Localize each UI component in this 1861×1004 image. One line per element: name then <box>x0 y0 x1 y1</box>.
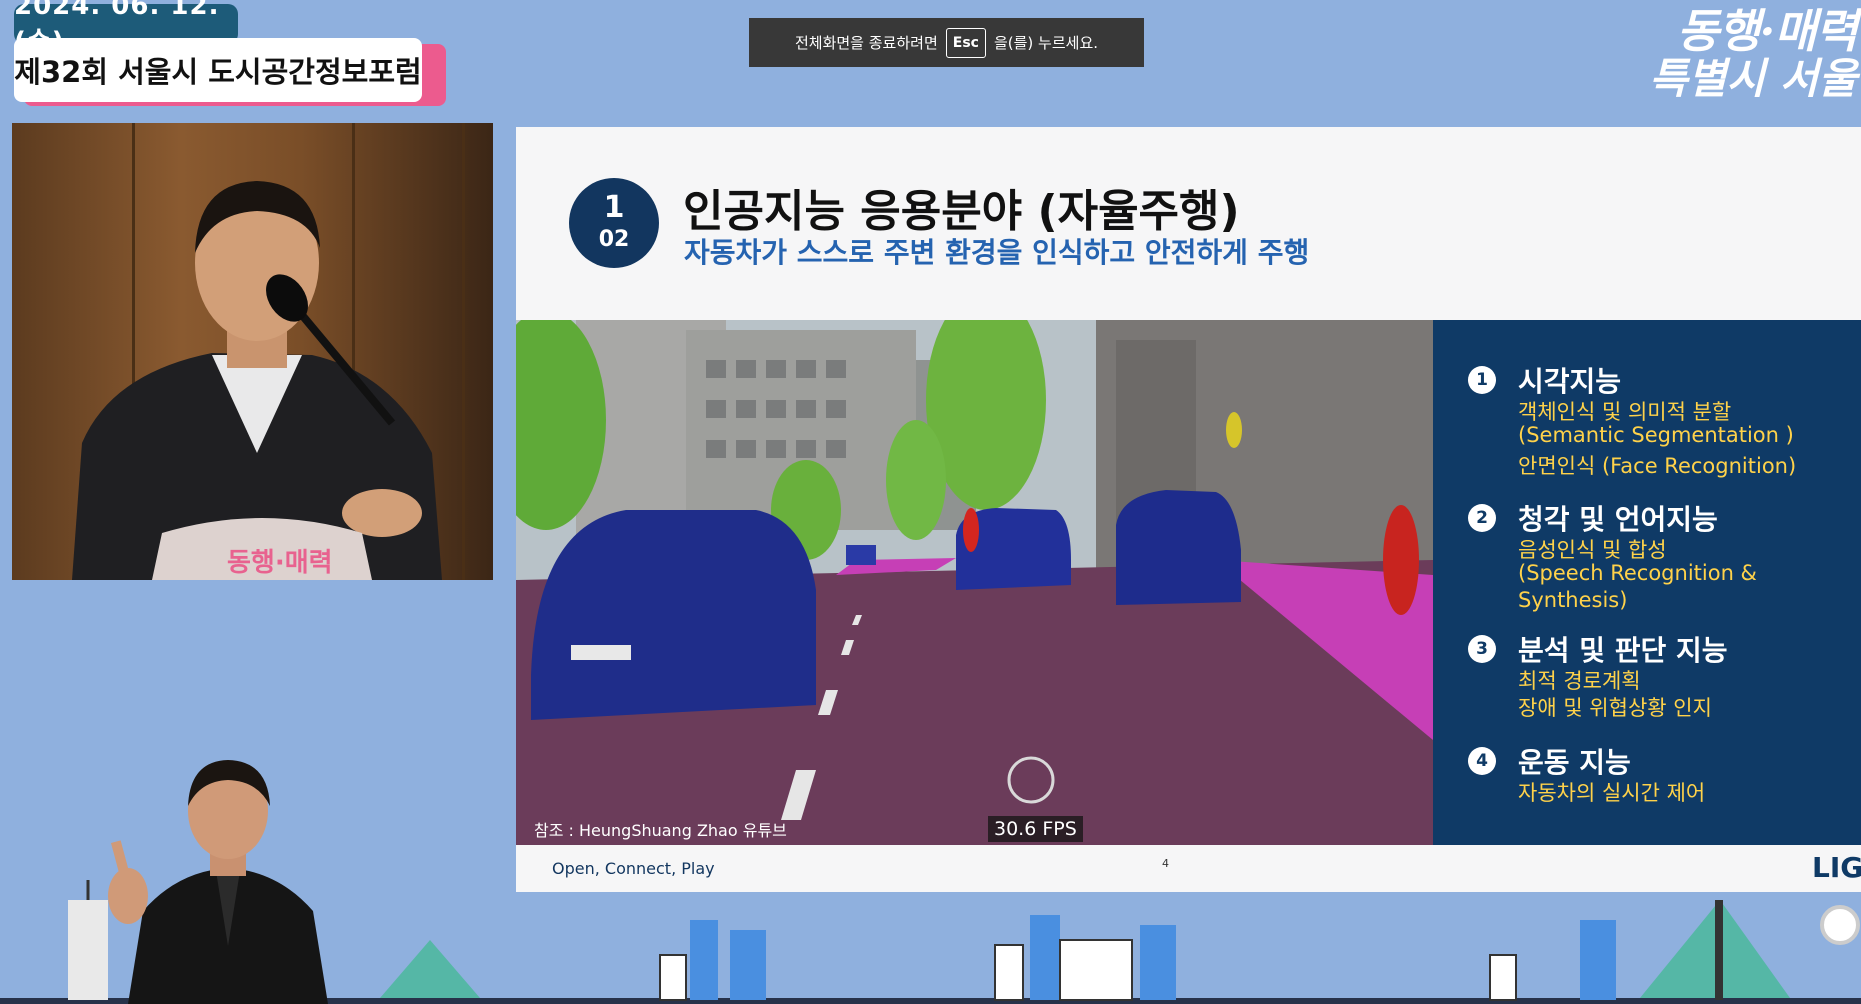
item-detail: 최적 경로계획 <box>1518 669 1641 693</box>
item-number: 4 <box>1468 747 1496 775</box>
notice-text-after: 을(를) 누르세요. <box>993 34 1099 52</box>
speaker-video-feed: 동행·매력 <box>12 123 493 580</box>
item-heading: 시각지능 <box>1518 365 1622 398</box>
slide-title: 인공지능 응용분야 (자율주행) <box>683 186 1240 237</box>
interpreter-figure <box>108 760 328 1004</box>
slide-page-number: 4 <box>1162 857 1169 870</box>
video-source-caption: 참조 : HeungShuang Zhao 유튜브 <box>534 821 787 840</box>
svg-text:동행·매력: 동행·매력 <box>227 548 333 578</box>
brand-line-2: 특별시 서울 <box>1649 54 1857 103</box>
section-sub-number: 02 <box>598 227 630 252</box>
item-number: 2 <box>1468 504 1496 532</box>
presentation-slide: 1 02 인공지능 응용분야 (자율주행) 자동차가 스스로 주변 환경을 인식… <box>516 127 1861 892</box>
speaker-figure: 동행·매력 <box>72 181 442 580</box>
segmentation-scene-image <box>516 320 1433 845</box>
item-heading: 청각 및 언어지능 <box>1518 503 1718 536</box>
ai-capabilities-panel: 1 시각지능 객체인식 및 의미적 분할 (Semantic Segmentat… <box>1433 320 1861 845</box>
forum-title-card: 제32회 서울시 도시공간정보포럼 <box>14 38 446 106</box>
item-detail: 안면인식 (Face Recognition) <box>1518 454 1797 478</box>
item-detail: Synthesis) <box>1518 588 1628 612</box>
segmentation-video: 참조 : HeungShuang Zhao 유튜브 30.6 FPS <box>516 320 1433 845</box>
notice-text-before: 전체화면을 종료하려면 <box>794 34 938 52</box>
item-detail: 장애 및 위협상황 인지 <box>1518 696 1712 720</box>
item-detail: 자동차의 실시간 제어 <box>1518 781 1706 805</box>
forum-title: 제32회 서울시 도시공간정보포럼 <box>14 38 422 102</box>
item-number: 1 <box>1468 366 1496 394</box>
slide-footer-tagline: Open, Connect, Play <box>552 859 715 878</box>
item-heading: 분석 및 판단 지능 <box>1518 634 1728 667</box>
section-number: 1 <box>603 190 625 225</box>
sign-language-interpreter <box>108 746 348 1004</box>
item-number: 3 <box>1468 635 1496 663</box>
brand-line-1: 동행·매력 <box>1676 4 1858 58</box>
fullscreen-exit-notice: 전체화면을 종료하려면 Esc 을(를) 누르세요. <box>749 18 1144 67</box>
fps-counter: 30.6 FPS <box>988 816 1083 842</box>
item-heading: 운동 지능 <box>1518 746 1631 779</box>
item-detail: (Semantic Segmentation ) <box>1518 423 1794 447</box>
esc-key-button[interactable]: Esc <box>945 27 986 58</box>
item-detail: 객체인식 및 의미적 분할 <box>1518 400 1732 424</box>
item-detail: 음성인식 및 합성 <box>1518 538 1667 562</box>
item-detail: (Speech Recognition & <box>1518 561 1757 585</box>
seoul-brand-logo: 동행·매력 특별시 서울 <box>1607 4 1858 108</box>
slide-subtitle: 자동차가 스스로 주변 환경을 인식하고 안전하게 주행 <box>684 236 1310 269</box>
section-badge: 1 02 <box>569 178 659 268</box>
